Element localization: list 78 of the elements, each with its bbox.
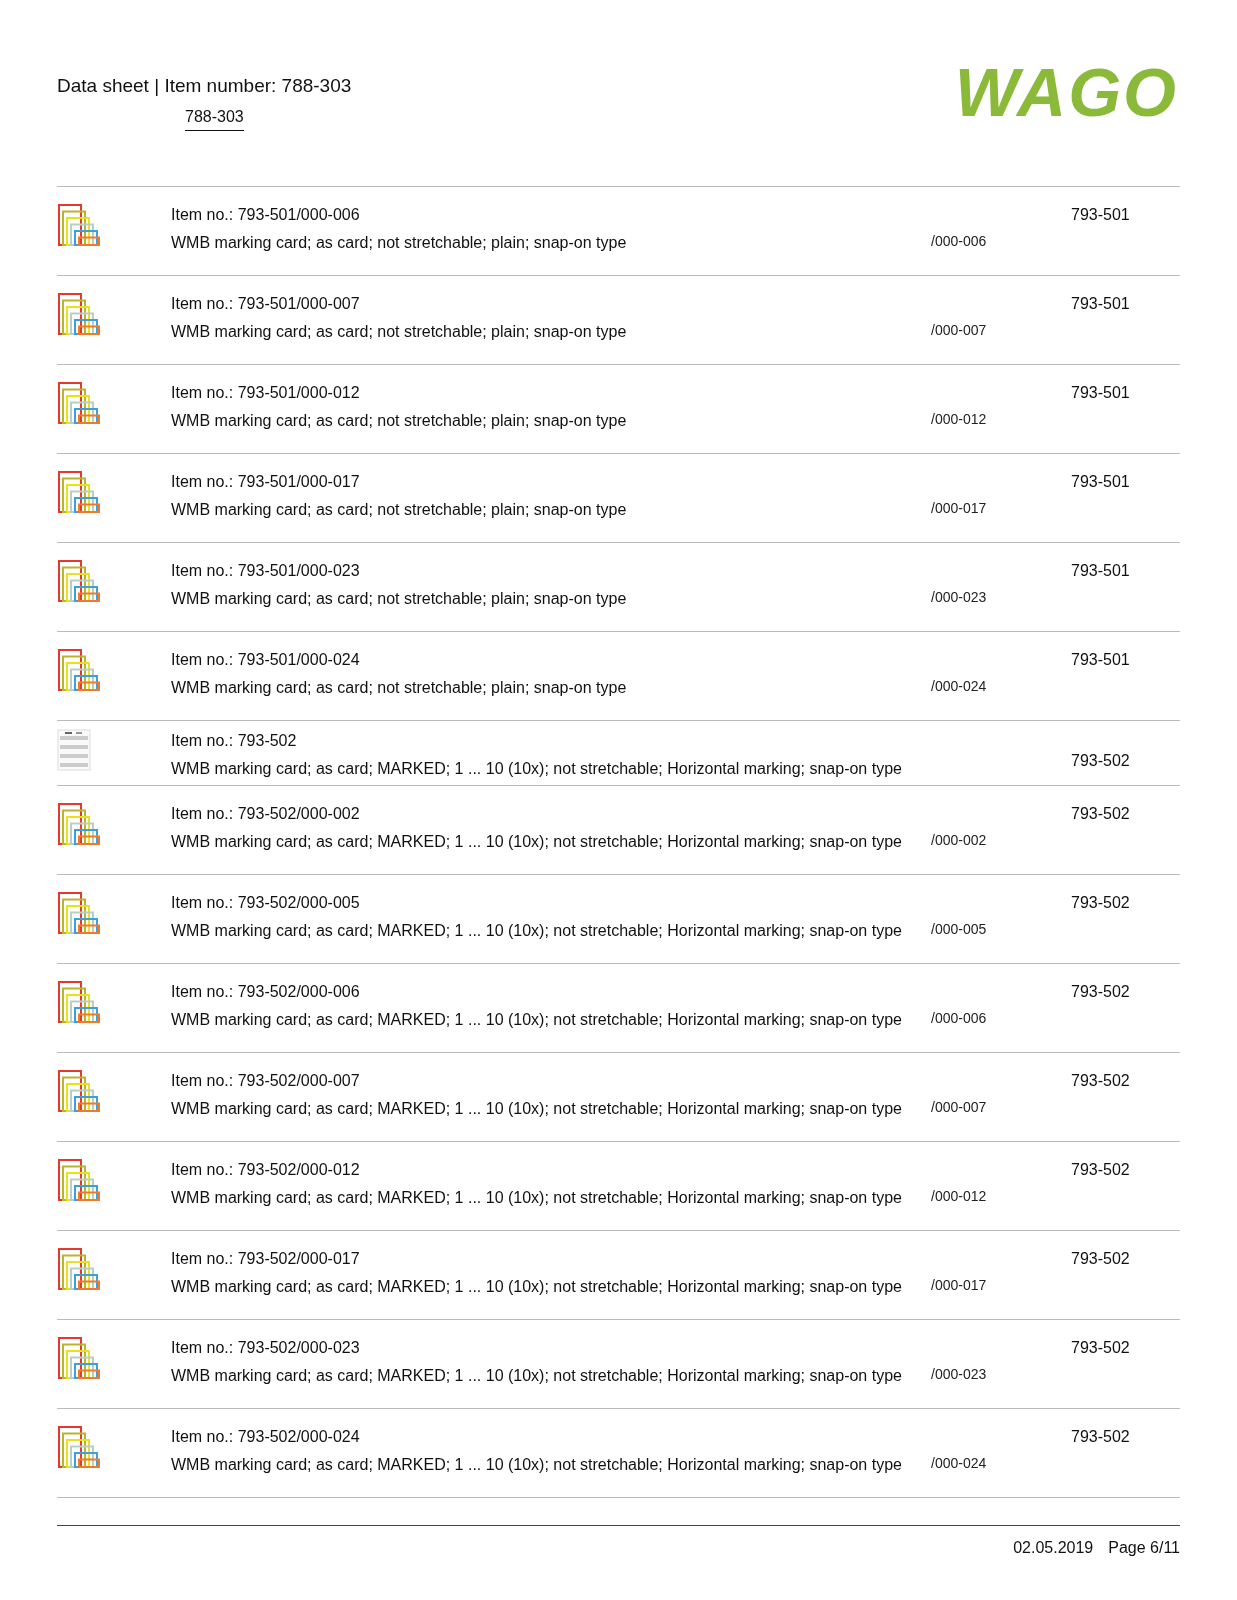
- item-description: WMB marking card; as card; MARKED; 1 ... 10 (10x); not stretchable; Horizontal marking; snap-on type: [171, 921, 902, 941]
- group-number: 793-501: [1071, 206, 1130, 223]
- code-fragment: /000-007: [931, 322, 987, 338]
- item-description: WMB marking card; as card; MARKED; 1 ... 10 (10x); not stretchable; Horizontal marking; snap-on type: [171, 1277, 902, 1297]
- item-description: WMB marking card; as card; MARKED; 1 ... 10 (10x); not stretchable; Horizontal marking; snap-on type: [171, 1366, 902, 1386]
- item-number: Item no.: 793-502/000-005: [171, 893, 360, 913]
- marking-card-icon: [57, 802, 103, 846]
- item-description: WMB marking card; as card; MARKED; 1 ... 10 (10x); not stretchable; Horizontal marking; snap-on type: [171, 759, 902, 779]
- group-number: 793-502: [1071, 1161, 1130, 1178]
- item-description: WMB marking card; as card; MARKED; 1 ... 10 (10x); not stretchable; Horizontal marking; snap-on type: [171, 1099, 902, 1119]
- item-description: WMB marking card; as card; not stretchable; plain; snap-on type: [171, 589, 627, 609]
- item-number: Item no.: 793-502: [171, 731, 297, 751]
- page-title: Data sheet | Item number: 788-303: [57, 74, 352, 98]
- code-fragment: /000-012: [931, 411, 987, 427]
- item-number: Item no.: 793-502/000-017: [171, 1249, 360, 1269]
- marking-card-icon: [57, 1425, 103, 1469]
- marking-card-icon: [57, 381, 103, 425]
- group-number: 793-502: [1071, 1072, 1130, 1089]
- item-number: Item no.: 793-501/000-007: [171, 294, 360, 314]
- item-number: Item no.: 793-501/000-017: [171, 472, 360, 492]
- brand-logo: WAGO: [954, 58, 1178, 126]
- marking-card-icon: [57, 470, 103, 514]
- code-fragment: /000-005: [931, 921, 987, 937]
- item-number: Item no.: 793-502/000-007: [171, 1071, 360, 1091]
- group-number: 793-501: [1071, 562, 1130, 579]
- code-fragment: /000-017: [931, 500, 987, 516]
- marking-card-icon: [57, 1158, 103, 1202]
- item-number: Item no.: 793-501/000-012: [171, 383, 360, 403]
- item-description: WMB marking card; as card; not stretchable; plain; snap-on type: [171, 678, 627, 698]
- group-number: 793-501: [1071, 295, 1130, 312]
- code-fragment: /000-017: [931, 1277, 987, 1293]
- marking-card-icon: [57, 559, 103, 603]
- item-description: WMB marking card; as card; not stretchable; plain; snap-on type: [171, 411, 627, 431]
- item-number: Item no.: 793-501/000-024: [171, 650, 360, 670]
- marking-card-icon: [57, 1069, 103, 1113]
- code-fragment: /000-023: [931, 1366, 987, 1382]
- group-number: 793-502: [1071, 1339, 1130, 1356]
- marking-card-icon: [57, 980, 103, 1024]
- item-description: WMB marking card; as card; MARKED; 1 ... 10 (10x); not stretchable; Horizontal marking; snap-on type: [171, 1010, 902, 1030]
- marking-card-icon: [57, 648, 103, 692]
- item-number: Item no.: 793-501/000-023: [171, 561, 360, 581]
- group-number: 793-501: [1071, 473, 1130, 490]
- item-description: WMB marking card; as card; MARKED; 1 ... 10 (10x); not stretchable; Horizontal marking; snap-on type: [171, 1455, 902, 1475]
- marking-card-icon: [57, 203, 103, 247]
- item-number: Item no.: 793-502/000-002: [171, 804, 360, 824]
- group-number: 793-502: [1071, 983, 1130, 1000]
- group-number: 793-502: [1071, 894, 1130, 911]
- code-fragment: /000-024: [931, 678, 987, 694]
- item-number: Item no.: 793-502/000-023: [171, 1338, 360, 1358]
- marking-card-icon: [57, 891, 103, 935]
- marking-card-icon: [57, 1247, 103, 1291]
- code-fragment: /000-012: [931, 1188, 987, 1204]
- group-number: 793-502: [1071, 1250, 1130, 1267]
- item-description: WMB marking card; as card; not stretchable; plain; snap-on type: [171, 233, 627, 253]
- footer-date: 02.05.2019: [1013, 1538, 1094, 1558]
- item-number: Item no.: 793-501/000-006: [171, 205, 360, 225]
- page-number: Page 6/11: [1108, 1538, 1180, 1558]
- group-number: 793-501: [1071, 384, 1130, 401]
- code-fragment: /000-007: [931, 1099, 987, 1115]
- item-number: Item no.: 793-502/000-012: [171, 1160, 360, 1180]
- code-fragment: /000-002: [931, 832, 987, 848]
- marking-card-icon: [57, 1336, 103, 1380]
- code-fragment: /000-024: [931, 1455, 987, 1471]
- code-fragment: /000-023: [931, 589, 987, 605]
- group-number: 793-502: [1071, 752, 1130, 769]
- item-description: WMB marking card; as card; MARKED; 1 ... 10 (10x); not stretchable; Horizontal marking; snap-on type: [171, 1188, 902, 1208]
- item-description: WMB marking card; as card; MARKED; 1 ... 10 (10x); not stretchable; Horizontal marking; snap-on type: [171, 832, 902, 852]
- code-fragment: /000-006: [931, 233, 987, 249]
- group-number: 793-502: [1071, 805, 1130, 822]
- item-number: Item no.: 793-502/000-024: [171, 1427, 360, 1447]
- item-link[interactable]: 788-303: [185, 104, 244, 131]
- code-fragment: /000-006: [931, 1010, 987, 1026]
- group-number: 793-502: [1071, 1428, 1130, 1445]
- item-number: Item no.: 793-502/000-006: [171, 982, 360, 1002]
- item-description: WMB marking card; as card; not stretchable; plain; snap-on type: [171, 500, 627, 520]
- group-number: 793-501: [1071, 651, 1130, 668]
- item-description: WMB marking card; as card; not stretchable; plain; snap-on type: [171, 322, 627, 342]
- marking-card-icon: [57, 292, 103, 336]
